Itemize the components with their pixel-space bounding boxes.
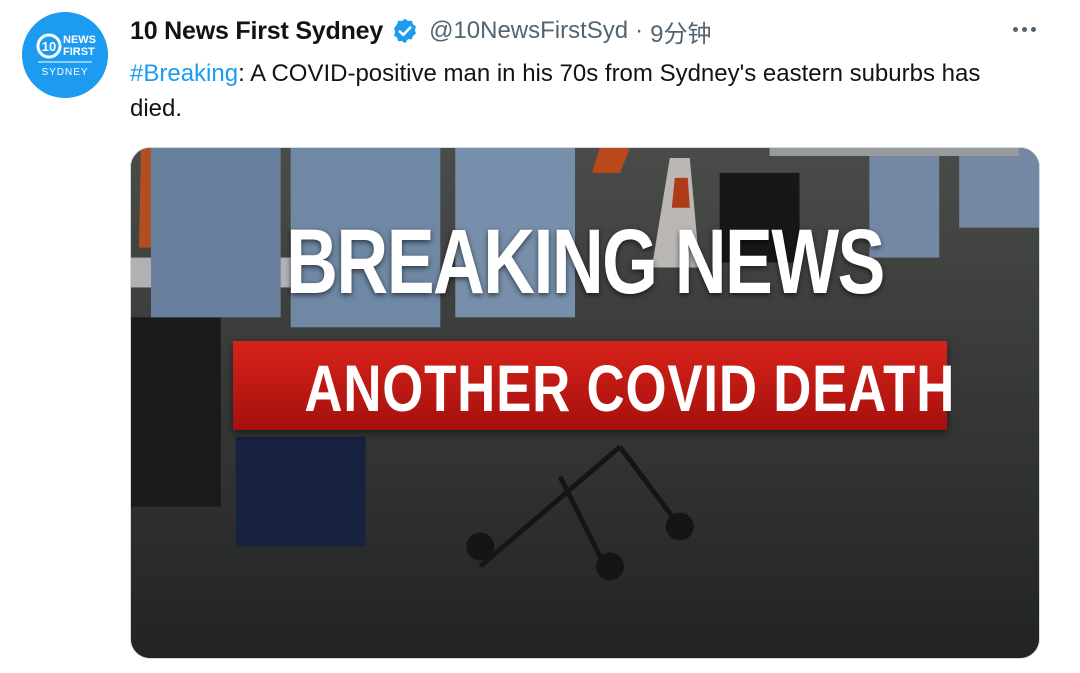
tweet-header: 10 News First Sydney @10NewsFirstSyd · 9… (130, 14, 712, 48)
news-logo-icon: 10 NEWS FIRST SYDNEY (22, 12, 108, 98)
media-banner-text: ANOTHER COVID DEATH (304, 351, 956, 425)
avatar-number: 10 (42, 39, 56, 54)
display-name[interactable]: 10 News First Sydney (130, 17, 383, 46)
tweet-text: #Breaking: A COVID-positive man in his 7… (130, 56, 1010, 126)
timestamp[interactable]: 9分钟 (650, 14, 711, 49)
avatar-line2: FIRST (63, 46, 95, 58)
more-horizontal-icon[interactable] (1006, 14, 1042, 44)
tweet-body: : A COVID-positive man in his 70s from S… (130, 60, 981, 122)
hashtag-link[interactable]: #Breaking (130, 60, 238, 87)
user-handle[interactable]: @10NewsFirstSyd (429, 17, 628, 45)
media-banner: ANOTHER COVID DEATH (233, 341, 956, 430)
avatar[interactable]: 10 NEWS FIRST SYDNEY (22, 12, 108, 98)
avatar-line1: NEWS (63, 34, 96, 46)
verified-badge-icon (391, 17, 419, 45)
avatar-line3: SYDNEY (41, 67, 88, 78)
media-headline: BREAKING NEWS (286, 211, 885, 313)
separator-dot: · (635, 17, 644, 44)
tweet-media-image[interactable]: BREAKING NEWS ANOTHER COVID DEATH (130, 147, 1040, 659)
